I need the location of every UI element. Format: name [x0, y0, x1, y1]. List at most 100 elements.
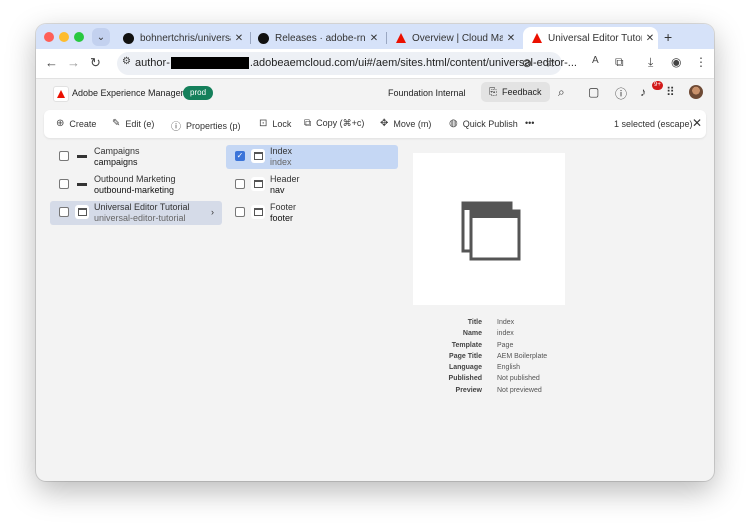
detail-value: AEM Boilerplate — [497, 352, 548, 360]
star-icon[interactable]: ☆ — [545, 56, 556, 70]
extensions-icon[interactable]: ⧉ — [615, 55, 624, 70]
detail-key: Page Title — [449, 352, 482, 360]
create-label: Create — [69, 118, 97, 129]
browser-tab[interactable]: Overview | Cloud Manage ✕ — [387, 27, 519, 49]
browser-menu-icon[interactable]: ⋮ — [695, 55, 707, 69]
list-item[interactable]: Footer footer — [226, 201, 398, 225]
environment-badge: prod — [183, 86, 214, 100]
adobe-logo-icon[interactable] — [53, 86, 69, 102]
adobe-extension-icon[interactable]: A — [592, 55, 599, 66]
move-label: Move (m) — [393, 118, 432, 129]
detail-key: Preview — [455, 386, 482, 394]
info-icon: ⓘ — [171, 122, 181, 133]
download-icon[interactable]: ⤓ — [648, 55, 653, 70]
quick-publish-label: Quick Publish — [462, 118, 518, 129]
chevron-down-icon: ⌄ — [96, 31, 106, 43]
row-checkbox[interactable] — [59, 207, 69, 217]
copy-label: Copy (⌘+c) — [316, 118, 365, 128]
lock-label: Lock — [272, 118, 292, 129]
app-name[interactable]: Adobe Experience Manager — [72, 88, 184, 98]
copy-icon: ⧉ — [304, 118, 312, 129]
edit-button[interactable]: ✎ Edit (e) — [112, 118, 154, 129]
chat-icon[interactable]: ▢ — [588, 85, 599, 99]
properties-label: Properties (p) — [186, 120, 241, 131]
detail-value: Not published — [497, 375, 540, 383]
list-item[interactable]: ▬ Campaigns campaigns — [50, 145, 222, 169]
url-text: author- .adobeaemcloud.com/ui#/aem/sites… — [135, 57, 577, 69]
move-icon: ✥ — [380, 118, 389, 129]
adobe-icon — [531, 33, 542, 44]
item-title: Footer — [270, 202, 297, 212]
list-item[interactable]: Header nav — [226, 173, 398, 197]
bell-icon[interactable]: ♪ — [640, 85, 646, 99]
reload-icon[interactable]: ↻ — [90, 55, 101, 71]
checkbox-checked[interactable]: ✓ — [235, 151, 245, 161]
minimize-window-button[interactable] — [59, 32, 69, 42]
apps-grid-icon[interactable]: ⠿ — [666, 85, 675, 99]
close-icon[interactable]: ✕ — [692, 116, 702, 130]
search-icon[interactable]: ⌕ — [558, 85, 565, 100]
create-button[interactable]: ⊕ Create — [56, 118, 96, 129]
detail-value: Index — [497, 319, 515, 326]
item-title: Campaigns — [94, 146, 140, 156]
row-checkbox[interactable] — [59, 179, 69, 189]
close-icon[interactable]: ✕ — [231, 33, 247, 44]
adobe-icon — [395, 33, 406, 44]
feedback-label: Feedback — [502, 87, 542, 97]
help-icon[interactable]: ⓘ — [615, 85, 627, 102]
item-name: universal-editor-tutorial — [94, 213, 186, 223]
eye-off-icon[interactable]: ⊘ — [522, 56, 532, 70]
address-bar[interactable]: ⚙ author- .adobeaemcloud.com/ui#/aem/sit… — [117, 52, 577, 75]
page-icon — [75, 205, 89, 219]
chevron-right-icon: › — [211, 207, 214, 217]
detail-key: Language — [448, 364, 482, 372]
close-icon[interactable]: ✕ — [503, 33, 519, 44]
close-icon[interactable]: ✕ — [366, 33, 382, 44]
list-item[interactable]: ▬ Outbound Marketing outbound-marketing — [50, 173, 222, 197]
copy-button[interactable]: ⧉ Copy (⌘+c) — [304, 118, 364, 129]
org-switcher[interactable]: Foundation Internal — [388, 88, 466, 98]
move-button[interactable]: ✥ Move (m) — [380, 118, 431, 129]
tab-label: Overview | Cloud Manage — [412, 32, 503, 44]
page-icon — [251, 205, 265, 219]
properties-button[interactable]: ⓘ Properties (p) — [171, 118, 241, 134]
new-tab-button[interactable]: + — [664, 29, 672, 45]
avatar[interactable] — [689, 85, 703, 99]
browser-tab[interactable]: bohnertchris/universal-ed ✕ — [115, 27, 247, 49]
more-actions-button[interactable]: ••• — [525, 118, 534, 128]
page-icon — [251, 177, 265, 191]
browser-window: ⌄ bohnertchris/universal-ed ✕ Releases ·… — [36, 24, 714, 481]
back-arrow-icon[interactable]: ← — [45, 55, 58, 70]
item-name: index — [270, 157, 292, 167]
zoom-window-button[interactable] — [74, 32, 84, 42]
row-checkbox[interactable] — [235, 207, 245, 217]
forward-arrow-icon[interactable]: → — [67, 55, 80, 70]
browser-tab[interactable]: Releases · adobe-rndlaem ✕ — [250, 27, 382, 49]
tab-search-button[interactable]: ⌄ — [92, 28, 110, 46]
folder-icon: ▬ — [77, 178, 87, 189]
lock-icon: ⊡ — [259, 118, 268, 129]
browser-toolbar: ← → ↻ ⚙ author- .adobeaemcloud.com/ui#/a… — [36, 49, 714, 79]
close-icon[interactable]: ✕ — [642, 33, 658, 44]
item-name: footer — [270, 213, 294, 223]
list-item-selected[interactable]: Universal Editor Tutorial universal-edit… — [50, 201, 222, 225]
feedback-button[interactable]: ⎘ Feedback — [481, 82, 550, 102]
row-checkbox[interactable] — [235, 179, 245, 189]
row-checkbox[interactable] — [59, 151, 69, 161]
profile-icon[interactable]: ◉ — [671, 55, 681, 69]
lock-button[interactable]: ⊡ Lock — [259, 118, 291, 129]
detail-value: index — [497, 330, 514, 338]
item-title: Outbound Marketing — [94, 174, 176, 184]
action-bar: ⊕ Create ✎ Edit (e) ⓘ Properties (p) ⊡ L… — [44, 110, 706, 138]
list-item-checked[interactable]: ✓ Index index — [226, 145, 398, 169]
close-window-button[interactable] — [44, 32, 54, 42]
url-prefix: author- — [135, 57, 170, 69]
github-icon — [258, 32, 269, 44]
item-name: outbound-marketing — [94, 185, 175, 195]
quick-publish-button[interactable]: ◍ Quick Publish — [449, 118, 518, 129]
item-name: campaigns — [94, 157, 138, 167]
item-name: nav — [270, 185, 285, 195]
plus-circle-icon: ⊕ — [56, 118, 65, 129]
browser-tab-active[interactable]: Universal Editor Tutorial ✕ — [523, 27, 658, 49]
site-settings-icon[interactable]: ⚙ — [122, 56, 131, 67]
